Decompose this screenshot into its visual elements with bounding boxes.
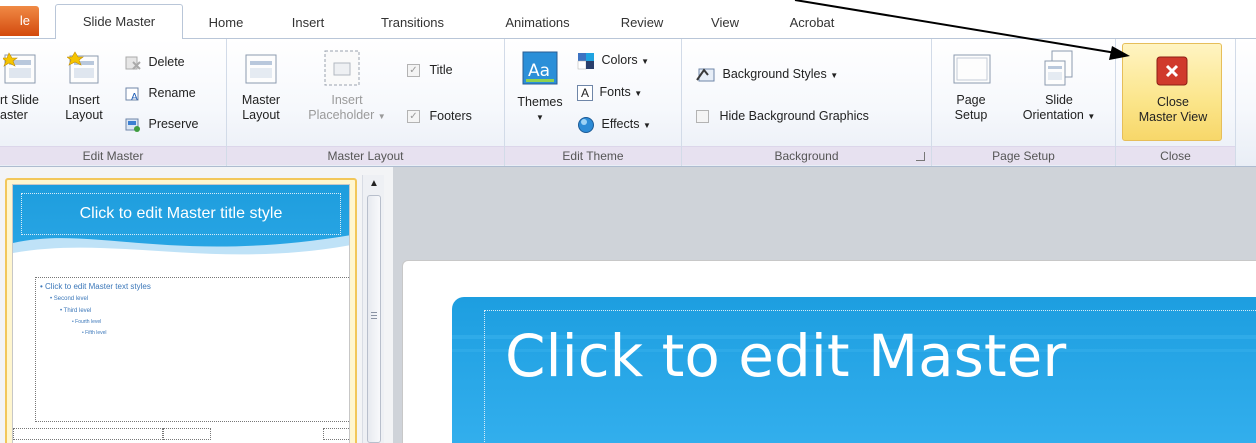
colors-icon (577, 52, 594, 69)
slide-orientation-label: Slide Orientation ▼ (1022, 93, 1096, 122)
insert-slide-master-label: rt Slide aster (0, 93, 39, 122)
insert-layout-icon (67, 51, 99, 84)
fonts-icon: A (577, 84, 593, 101)
master-layout-button[interactable]: Master Layout (231, 43, 291, 141)
chevron-down-icon: ▼ (634, 89, 643, 98)
tab-animations[interactable]: Animations (485, 8, 590, 38)
group-close: Close Master View Close (1116, 39, 1236, 166)
preserve-icon (125, 118, 140, 132)
themes-icon: Aa (522, 51, 558, 85)
tab-view[interactable]: View (700, 8, 750, 38)
scroll-thumb[interactable] (367, 195, 381, 443)
insert-slide-master-icon (3, 52, 36, 84)
themes-label: Themes ▼ (508, 95, 572, 125)
background-group-label: Background (682, 146, 931, 165)
themes-button[interactable]: Aa Themes ▼ (508, 43, 572, 141)
master-layout-icon (245, 54, 277, 84)
master-slide-thumbnail[interactable]: Click to edit Master title style • Click… (12, 184, 350, 443)
master-layout-label: Master Layout (241, 93, 281, 122)
close-master-view-label: Close Master View (1138, 95, 1208, 124)
delete-icon (125, 56, 141, 70)
chevron-down-icon: ▼ (641, 57, 650, 66)
main-slide-canvas[interactable]: Click to edit Master (402, 260, 1256, 443)
work-area: Click to edit Master title style • Click… (0, 167, 1256, 443)
tab-review[interactable]: Review (607, 8, 677, 38)
thumbnail-level-4: • Fourth level (72, 319, 102, 325)
edit-master-group-label: Edit Master (0, 146, 226, 165)
group-edit-theme: Aa Themes ▼ Colors ▼ A Fonts ▼ Effects ▼… (505, 39, 682, 166)
fonts-button[interactable]: A Fonts ▼ (577, 83, 642, 101)
chevron-down-icon: ▼ (536, 113, 544, 122)
tab-home[interactable]: Home (196, 8, 256, 38)
edit-theme-group-label: Edit Theme (505, 146, 681, 165)
master-title-text[interactable]: Click to edit Master (505, 322, 1066, 390)
slide-orientation-icon (1044, 50, 1073, 86)
close-icon (1156, 56, 1188, 86)
chevron-down-icon: ▼ (642, 121, 651, 130)
chevron-down-icon: ▼ (830, 71, 839, 80)
close-master-view-button[interactable]: Close Master View (1122, 43, 1222, 141)
dialog-launcher-icon[interactable] (916, 152, 925, 161)
group-page-setup: Page Setup Slide Orientation ▼ Page Setu… (932, 39, 1116, 166)
thumbnail-title-placeholder: Click to edit Master title style (21, 193, 341, 235)
colors-button[interactable]: Colors ▼ (577, 51, 649, 69)
master-layout-group-label: Master Layout (227, 146, 504, 165)
delete-button[interactable]: Delete (124, 53, 185, 71)
page-setup-group-label: Page Setup (932, 146, 1115, 165)
tab-slide-master[interactable]: Slide Master (55, 4, 183, 39)
hide-background-graphics-checkbox[interactable]: Hide Background Graphics (696, 107, 869, 125)
thumbnail-number-placeholder (323, 428, 349, 440)
thumbnail-date-placeholder (13, 428, 163, 440)
scroll-up-arrow-icon[interactable]: ▲ (363, 175, 385, 193)
ribbon: rt Slide aster Insert Layout Delete A Re… (0, 38, 1256, 167)
slide-orientation-button[interactable]: Slide Orientation ▼ (1004, 43, 1114, 141)
checkbox-checked-icon: ✓ (407, 110, 420, 124)
footers-checkbox[interactable]: ✓ Footers (407, 107, 472, 125)
close-group-label: Close (1116, 146, 1235, 165)
thumbnail-footer-placeholder (163, 428, 211, 440)
slide-thumbnail-pane: Click to edit Master title style • Click… (0, 167, 393, 443)
insert-placeholder-label: Insert Placeholder ▼ (308, 93, 386, 122)
insert-layout-label: Insert Layout (65, 93, 103, 122)
group-background: Background Styles ▼ Hide Background Grap… (682, 39, 932, 166)
tab-acrobat[interactable]: Acrobat (777, 8, 847, 38)
insert-placeholder-button[interactable]: Insert Placeholder ▼ (295, 43, 399, 141)
thumbnail-level-1: • Click to edit Master text styles (40, 282, 151, 291)
thumbnail-level-3: • Third level (60, 308, 92, 314)
thumbnail-scrollbar[interactable]: ▲ (362, 175, 384, 443)
rename-button[interactable]: A Rename (124, 84, 196, 103)
tab-file[interactable]: le (0, 6, 39, 36)
thumbnail-level-5: • Fifth level (82, 330, 107, 336)
page-setup-label: Page Setup (954, 93, 988, 122)
page-setup-icon (953, 54, 991, 84)
insert-layout-button[interactable]: Insert Layout (58, 43, 110, 141)
background-styles-icon (696, 68, 715, 82)
background-styles-button[interactable]: Background Styles ▼ (696, 65, 838, 83)
rename-icon: A (125, 87, 139, 103)
insert-placeholder-icon (324, 50, 360, 86)
svg-text:A: A (131, 92, 138, 102)
checkbox-checked-icon: ✓ (407, 64, 420, 78)
checkbox-unchecked-icon (696, 110, 709, 124)
ribbon-tab-strip: le Slide Master Home Insert Transitions … (0, 0, 1256, 39)
preserve-button[interactable]: Preserve (124, 115, 199, 133)
thumbnail-level-2: • Second level (50, 296, 89, 302)
tab-transitions[interactable]: Transitions (360, 8, 465, 38)
chevron-down-icon: ▼ (1087, 112, 1096, 121)
effects-button[interactable]: Effects ▼ (577, 115, 651, 133)
insert-slide-master-button[interactable]: rt Slide aster (0, 43, 48, 141)
effects-icon (578, 116, 594, 133)
chevron-down-icon: ▼ (377, 112, 386, 121)
svg-text:Aa: Aa (528, 61, 550, 81)
page-setup-button[interactable]: Page Setup (936, 43, 1006, 141)
title-checkbox[interactable]: ✓ Title (407, 61, 453, 79)
thumbnail-body-placeholder: • Click to edit Master text styles • Sec… (35, 277, 349, 422)
selected-thumbnail[interactable]: Click to edit Master title style • Click… (5, 178, 357, 443)
tab-insert[interactable]: Insert (278, 8, 338, 38)
group-edit-master: rt Slide aster Insert Layout Delete A Re… (0, 39, 227, 166)
group-master-layout: Master Layout Insert Placeholder ▼ ✓ Tit… (227, 39, 505, 166)
